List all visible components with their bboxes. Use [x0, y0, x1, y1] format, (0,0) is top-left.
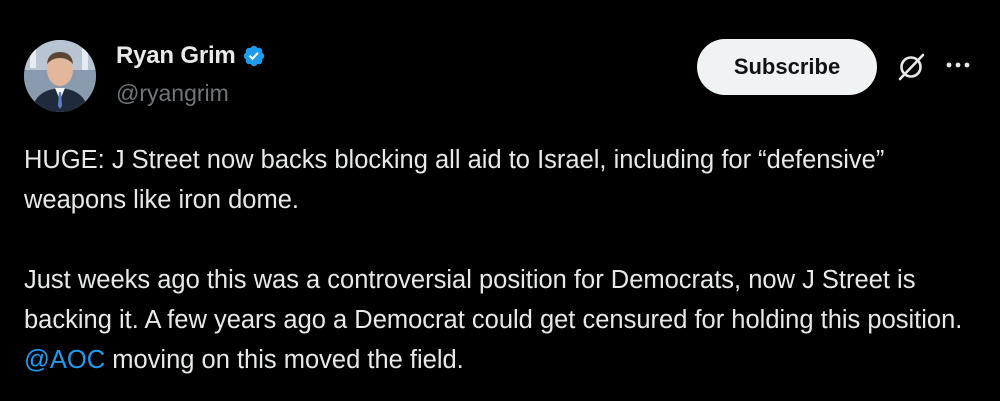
author-name-row: Ryan Grim [116, 40, 266, 72]
subscribe-button[interactable]: Subscribe [697, 39, 877, 95]
tweet-paragraph-2-start: Just weeks ago this was a controversial … [24, 266, 963, 334]
tweet-paragraph-2: Just weeks ago this was a controversial … [24, 260, 984, 380]
mention-link[interactable]: @AOC [24, 346, 105, 374]
more-horizontal-icon[interactable] [944, 57, 972, 73]
avatar[interactable] [24, 40, 96, 112]
tweet-paragraph-1: HUGE: J Street now backs blocking all ai… [24, 146, 885, 214]
grok-icon[interactable] [896, 52, 926, 82]
author-handle[interactable]: @ryangrim [116, 80, 229, 107]
tweet-text: HUGE: J Street now backs blocking all ai… [24, 140, 984, 380]
verified-badge-icon[interactable] [242, 44, 266, 68]
author-display-name[interactable]: Ryan Grim [116, 42, 236, 70]
avatar-image [24, 40, 96, 112]
tweet-paragraph-2-end: moving on this moved the field. [105, 346, 464, 374]
tweet-card: Ryan Grim @ryangrim Subscribe HUGE: J St… [0, 0, 1000, 401]
